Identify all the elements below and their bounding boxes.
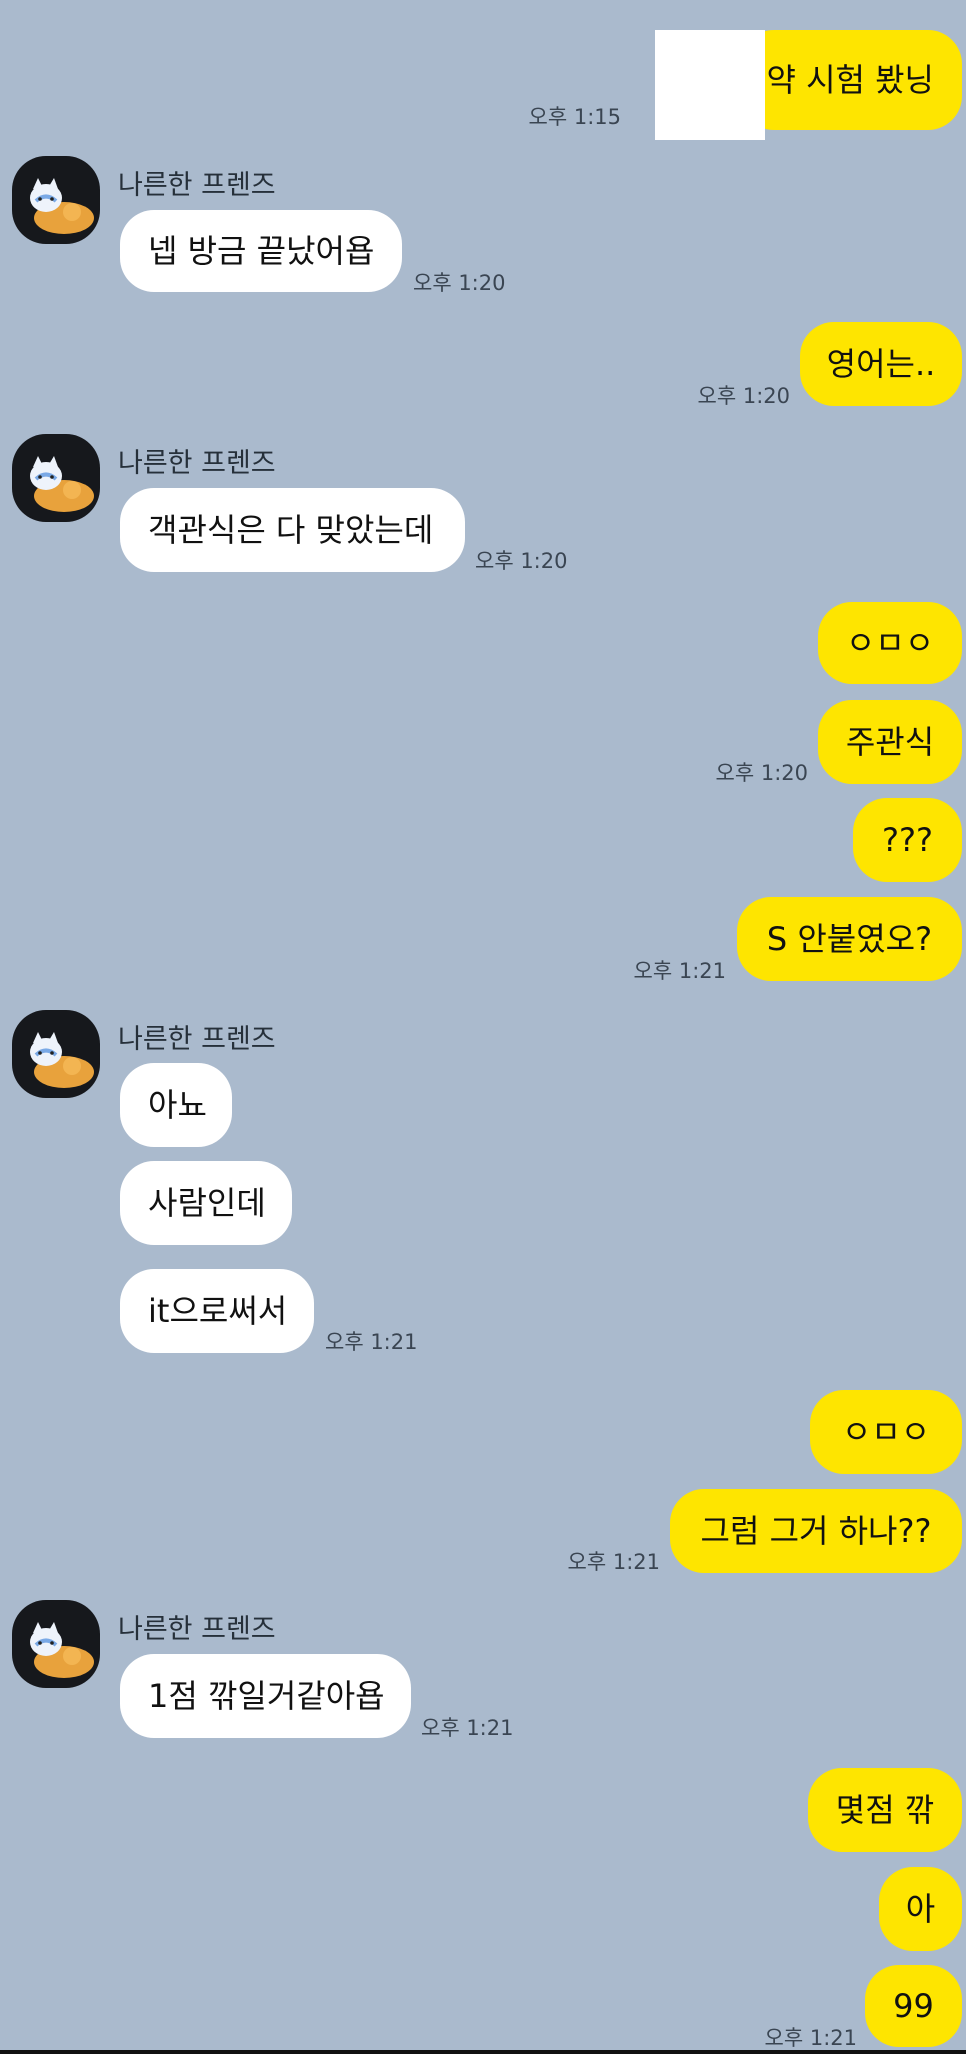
outgoing-message-bubble[interactable]: 99	[865, 1965, 962, 2047]
message-timestamp: 오후 1:21	[633, 959, 726, 983]
sender-name: 나른한 프렌즈	[118, 1024, 276, 1055]
cat-and-dog-character-icon	[30, 178, 94, 234]
bottom-border	[0, 2050, 966, 2054]
incoming-message-bubble[interactable]: it으로써서	[120, 1269, 314, 1353]
outgoing-message-bubble[interactable]: 약 시험 봤닝	[740, 30, 962, 130]
message-text: 아	[905, 1890, 936, 1928]
message-text: 주관식	[845, 723, 935, 761]
sender-name: 나른한 프렌즈	[118, 1614, 276, 1645]
friend-avatar[interactable]	[12, 1600, 100, 1688]
incoming-message-bubble[interactable]: 객관식은 다 맞았는데	[120, 488, 465, 572]
outgoing-message-bubble[interactable]: 주관식	[818, 700, 962, 784]
cat-and-dog-character-icon	[30, 456, 94, 512]
message-text: 그럼 그거 하나??	[700, 1512, 932, 1550]
outgoing-message-bubble[interactable]: 아	[879, 1867, 962, 1951]
friend-avatar[interactable]	[12, 434, 100, 522]
message-timestamp: 오후 1:20	[697, 384, 790, 408]
message-text: 영어는..	[826, 345, 936, 383]
incoming-message-bubble[interactable]: 1점 깎일거같아욥	[120, 1654, 411, 1738]
outgoing-message-bubble[interactable]: 몇점 깎	[808, 1768, 962, 1852]
message-text: 아뇨	[148, 1086, 207, 1124]
cat-and-dog-character-icon	[30, 1032, 94, 1088]
message-text: 몇점 깎	[835, 1791, 935, 1829]
message-text: ???	[882, 821, 933, 859]
outgoing-message-bubble[interactable]: ???	[853, 798, 962, 882]
message-timestamp: 오후 1:20	[475, 549, 568, 573]
outgoing-message-bubble[interactable]: ㅇㅁㅇ	[810, 1390, 962, 1474]
message-timestamp: 오후 1:20	[413, 271, 506, 295]
message-text: it으로써서	[148, 1292, 288, 1330]
outgoing-message-bubble[interactable]: 그럼 그거 하나??	[670, 1489, 962, 1573]
incoming-message-bubble[interactable]: 사람인데	[120, 1161, 292, 1245]
redaction-box	[655, 30, 765, 140]
message-text: 사람인데	[148, 1184, 266, 1222]
message-timestamp: 오후 1:21	[325, 1330, 418, 1354]
message-timestamp: 오후 1:15	[528, 105, 621, 129]
message-text: 99	[893, 1987, 934, 2025]
sender-name: 나른한 프렌즈	[118, 448, 276, 479]
outgoing-message-bubble[interactable]: ㅇㅁㅇ	[818, 602, 962, 684]
message-timestamp: 오후 1:21	[421, 1716, 514, 1740]
message-text: 넵 방금 끝났어욥	[148, 232, 375, 270]
message-text: 약 시험 봤닝	[766, 61, 934, 99]
message-text: 1점 깎일거같아욥	[148, 1677, 385, 1715]
message-timestamp: 오후 1:21	[764, 2026, 857, 2050]
friend-avatar[interactable]	[12, 156, 100, 244]
message-text: ㅇㅁㅇ	[841, 1413, 931, 1451]
outgoing-message-bubble[interactable]: S 안붙였오?	[737, 897, 962, 981]
message-text: ㅇㅁㅇ	[845, 624, 935, 662]
sender-name: 나른한 프렌즈	[118, 170, 276, 201]
outgoing-message-bubble[interactable]: 영어는..	[800, 322, 962, 406]
message-timestamp: 오후 1:20	[715, 761, 808, 785]
incoming-message-bubble[interactable]: 아뇨	[120, 1063, 232, 1147]
message-timestamp: 오후 1:21	[567, 1550, 660, 1574]
incoming-message-bubble[interactable]: 넵 방금 끝났어욥	[120, 210, 402, 292]
message-text: 객관식은 다 맞았는데	[148, 511, 434, 549]
message-text: S 안붙였오?	[766, 920, 933, 958]
friend-avatar[interactable]	[12, 1010, 100, 1098]
cat-and-dog-character-icon	[30, 1622, 94, 1678]
